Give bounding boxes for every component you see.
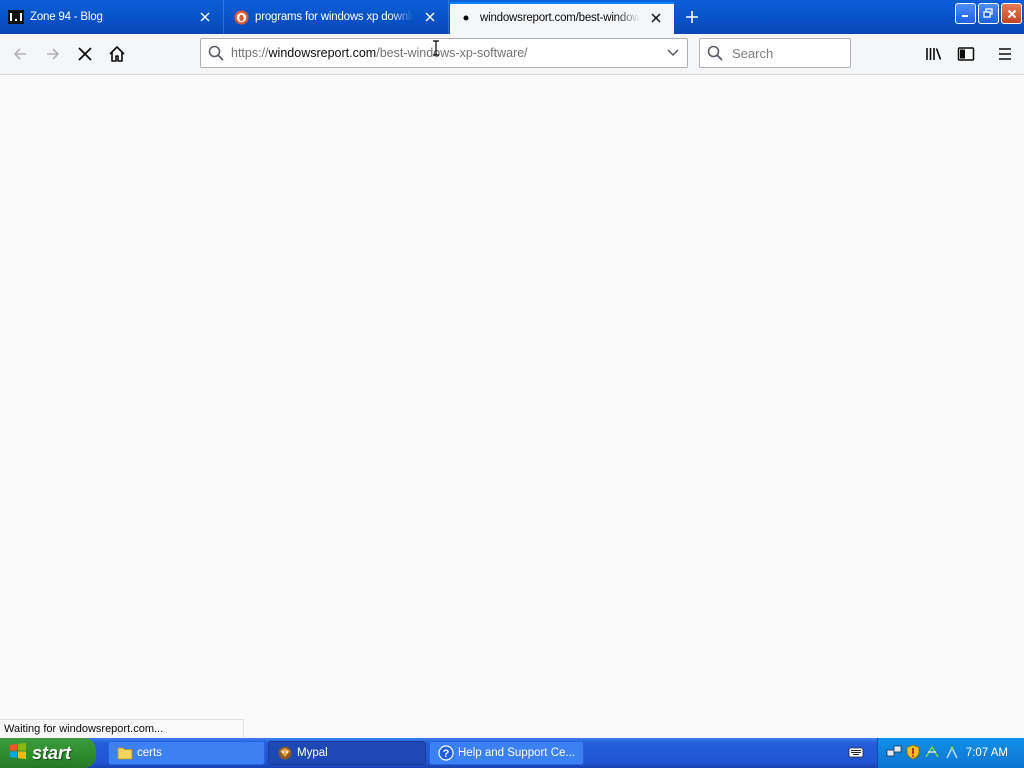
task-label: Mypal <box>297 747 328 759</box>
search-icon <box>700 45 730 61</box>
restore-icon <box>983 8 993 18</box>
home-icon <box>109 46 125 62</box>
url-path: /best-windows-xp-software/ <box>376 46 528 60</box>
new-tab-button[interactable] <box>679 4 705 30</box>
taskbar: start certs Mypal ? Help and Support Ce.… <box>0 738 1024 768</box>
stop-icon <box>78 47 92 61</box>
back-arrow-icon <box>13 48 26 60</box>
minimize-icon <box>962 15 968 17</box>
start-button[interactable]: start <box>0 738 96 768</box>
url-host: windowsreport.com <box>268 46 377 60</box>
taskbar-item-mypal[interactable]: Mypal <box>268 741 426 765</box>
plus-icon <box>686 11 698 23</box>
search-input[interactable] <box>730 44 844 62</box>
system-tray: 7:07 AM <box>877 738 1024 768</box>
tab-title: windowsreport.com/best-windows <box>480 12 640 24</box>
task-label: Help and Support Ce... <box>458 747 575 759</box>
svg-text:?: ? <box>443 748 450 760</box>
connection-icon[interactable] <box>924 744 940 763</box>
sidebar-icon <box>957 47 975 61</box>
back-button[interactable] <box>4 38 36 70</box>
library-icon <box>926 48 942 60</box>
close-tab-icon[interactable] <box>418 5 442 29</box>
folder-icon <box>117 745 133 761</box>
restore-button[interactable] <box>978 3 999 24</box>
taskbar-item-certs[interactable]: certs <box>108 741 265 765</box>
search-icon <box>201 45 231 61</box>
navigation-toolbar: https://windowsreport.com/best-windows-x… <box>0 34 1024 75</box>
help-icon: ? <box>438 745 454 761</box>
duckduckgo-favicon <box>233 9 249 25</box>
close-window-button[interactable] <box>1001 3 1022 24</box>
tab-windowsreport[interactable]: windowsreport.com/best-windows <box>450 2 674 34</box>
url-text[interactable]: https://windowsreport.com/best-windows-x… <box>231 46 659 60</box>
url-bar[interactable]: https://windowsreport.com/best-windows-x… <box>200 38 688 68</box>
task-label: certs <box>137 747 162 759</box>
window-controls <box>955 3 1022 24</box>
url-scheme: https:// <box>231 46 269 60</box>
forward-button[interactable] <box>37 38 69 70</box>
start-label: start <box>32 742 72 763</box>
taskbar-item-help-support[interactable]: ? Help and Support Ce... <box>429 741 584 765</box>
home-button[interactable] <box>101 38 133 70</box>
loading-dot-icon <box>458 10 474 26</box>
tab-strip: Zone 94 - Blog programs for windows xp d… <box>0 0 1024 34</box>
search-bar[interactable] <box>699 38 851 68</box>
network-icon[interactable] <box>886 744 902 763</box>
chevron-down-icon <box>667 49 679 57</box>
close-tab-icon[interactable] <box>193 5 217 29</box>
mypal-icon <box>277 745 293 761</box>
tab-zone94[interactable]: Zone 94 - Blog <box>0 0 224 34</box>
clock[interactable]: 7:07 AM <box>966 738 1008 768</box>
zone94-favicon <box>8 9 24 25</box>
close-icon <box>1007 9 1016 18</box>
hamburger-menu-icon <box>999 48 1011 60</box>
keyboard-language-icon[interactable] <box>848 745 864 762</box>
forward-arrow-icon <box>47 48 60 60</box>
text-cursor-icon <box>433 40 439 56</box>
windows-logo-icon <box>9 742 27 765</box>
menu-button[interactable] <box>989 38 1021 70</box>
status-bar: Waiting for windowsreport.com... <box>0 719 245 738</box>
url-dropdown-button[interactable] <box>659 49 687 57</box>
sidebar-toggle-button[interactable] <box>950 38 982 70</box>
page-content[interactable]: Waiting for windowsreport.com... <box>0 75 1024 738</box>
library-button[interactable] <box>918 38 950 70</box>
tab-title: programs for windows xp downloa <box>255 11 414 23</box>
wireless-icon[interactable] <box>944 744 960 763</box>
close-tab-icon[interactable] <box>644 6 668 30</box>
tab-programs-search[interactable]: programs for windows xp downloa <box>225 0 449 34</box>
tab-title: Zone 94 - Blog <box>30 11 103 23</box>
minimize-button[interactable] <box>955 3 976 24</box>
security-shield-icon[interactable] <box>906 744 920 763</box>
stop-button[interactable] <box>69 38 101 70</box>
